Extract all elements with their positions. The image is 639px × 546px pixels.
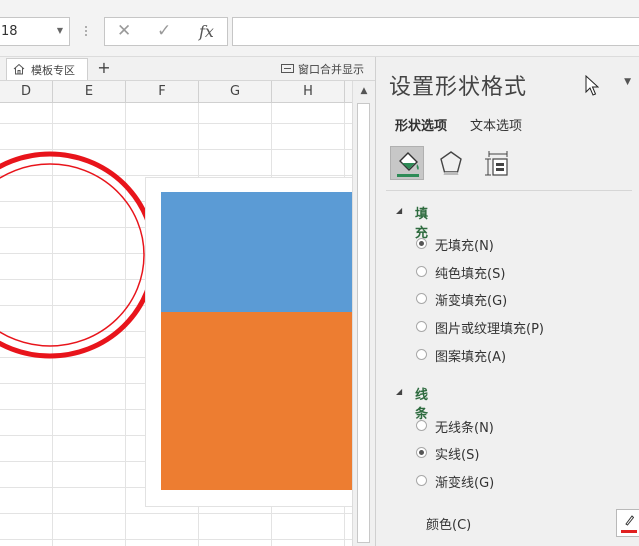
radio-label: 图片或纹理填充(P) bbox=[435, 322, 544, 337]
name-box[interactable]: 18 ▼ bbox=[0, 17, 70, 46]
collapse-triangle-icon: ◢ bbox=[396, 206, 403, 215]
paint-bucket-icon bbox=[397, 152, 419, 177]
formula-bar-grip bbox=[82, 22, 90, 40]
radio-dot[interactable] bbox=[416, 475, 427, 486]
size-properties-icon bbox=[485, 151, 508, 176]
radio-label: 渐变线(G) bbox=[435, 476, 495, 491]
color-label: 颜色(C) bbox=[426, 518, 472, 533]
outline-color-button[interactable] bbox=[616, 509, 639, 537]
window-merge-label: 窗口合并显示 bbox=[298, 63, 364, 76]
enter-check-icon[interactable]: ✓ bbox=[157, 21, 171, 41]
red-circle-shape[interactable] bbox=[0, 151, 160, 361]
vertical-scrollbar[interactable]: ▲ bbox=[352, 81, 375, 546]
radio-dot[interactable] bbox=[416, 420, 427, 431]
tab-template-label: 模板专区 bbox=[31, 64, 75, 77]
cancel-icon[interactable]: ✕ bbox=[117, 21, 131, 41]
pane-title: 设置形状格式 bbox=[389, 75, 528, 100]
effects-tab[interactable] bbox=[434, 146, 468, 180]
column-header-e[interactable]: E bbox=[53, 81, 126, 103]
radio-dot[interactable] bbox=[416, 349, 427, 360]
column-header-g[interactable]: G bbox=[199, 81, 272, 103]
format-shape-pane: 设置形状格式 ▼ 形状选项 文本选项 ◢ 填充 无填充(N) 纯色填充(S) 渐… bbox=[375, 57, 639, 546]
blue-rectangle[interactable] bbox=[161, 192, 352, 312]
window-icon bbox=[281, 64, 294, 73]
radio-dot[interactable] bbox=[416, 447, 427, 458]
orange-rectangle[interactable] bbox=[161, 312, 352, 490]
workbook-tab-strip: 模板专区 + 窗口合并显示 bbox=[0, 57, 375, 81]
color-swatch bbox=[621, 530, 637, 533]
home-icon bbox=[13, 63, 25, 75]
pane-divider bbox=[386, 190, 632, 191]
size-properties-tab[interactable] bbox=[480, 146, 514, 180]
radio-label: 实线(S) bbox=[435, 448, 480, 463]
fill-section-title: 填充 bbox=[415, 207, 429, 241]
column-headers: D E F G H bbox=[0, 81, 352, 103]
radio-label: 图案填充(A) bbox=[435, 350, 507, 365]
radio-label: 无填充(N) bbox=[435, 239, 494, 254]
scroll-thumb[interactable] bbox=[357, 103, 370, 543]
name-box-value: 18 bbox=[1, 24, 18, 39]
chevron-down-icon[interactable]: ▼ bbox=[57, 26, 63, 35]
radio-label: 渐变填充(G) bbox=[435, 294, 508, 309]
pen-icon bbox=[625, 515, 634, 526]
mouse-pointer-icon bbox=[585, 75, 599, 96]
insert-function-icon[interactable]: fx bbox=[199, 22, 214, 41]
radio-dot[interactable] bbox=[416, 293, 427, 304]
formula-buttons: ✕ ✓ fx bbox=[104, 17, 228, 46]
collapse-triangle-icon: ◢ bbox=[396, 387, 403, 396]
radio-dot[interactable] bbox=[416, 238, 427, 249]
add-tab-button[interactable]: + bbox=[94, 58, 114, 80]
fill-line-tab[interactable] bbox=[390, 146, 424, 180]
column-header-h[interactable]: H bbox=[272, 81, 345, 103]
line-section-title: 线条 bbox=[415, 388, 429, 422]
tab-shape-options[interactable]: 形状选项 bbox=[395, 115, 447, 134]
pentagon-icon bbox=[440, 151, 462, 175]
radio-label: 纯色填充(S) bbox=[435, 267, 506, 282]
pane-options-dropdown-icon[interactable]: ▼ bbox=[624, 77, 631, 87]
radio-dot[interactable] bbox=[416, 266, 427, 277]
radio-label: 无线条(N) bbox=[435, 421, 494, 436]
scroll-up-icon[interactable]: ▲ bbox=[353, 81, 375, 101]
radio-dot[interactable] bbox=[416, 321, 427, 332]
tab-template-zone[interactable]: 模板专区 bbox=[6, 58, 88, 80]
formula-input[interactable] bbox=[232, 17, 639, 46]
column-header-f[interactable]: F bbox=[126, 81, 199, 103]
column-header-d[interactable]: D bbox=[0, 81, 53, 103]
formula-bar: 18 ▼ ✕ ✓ fx bbox=[0, 0, 639, 57]
tab-text-options[interactable]: 文本选项 bbox=[470, 115, 522, 134]
